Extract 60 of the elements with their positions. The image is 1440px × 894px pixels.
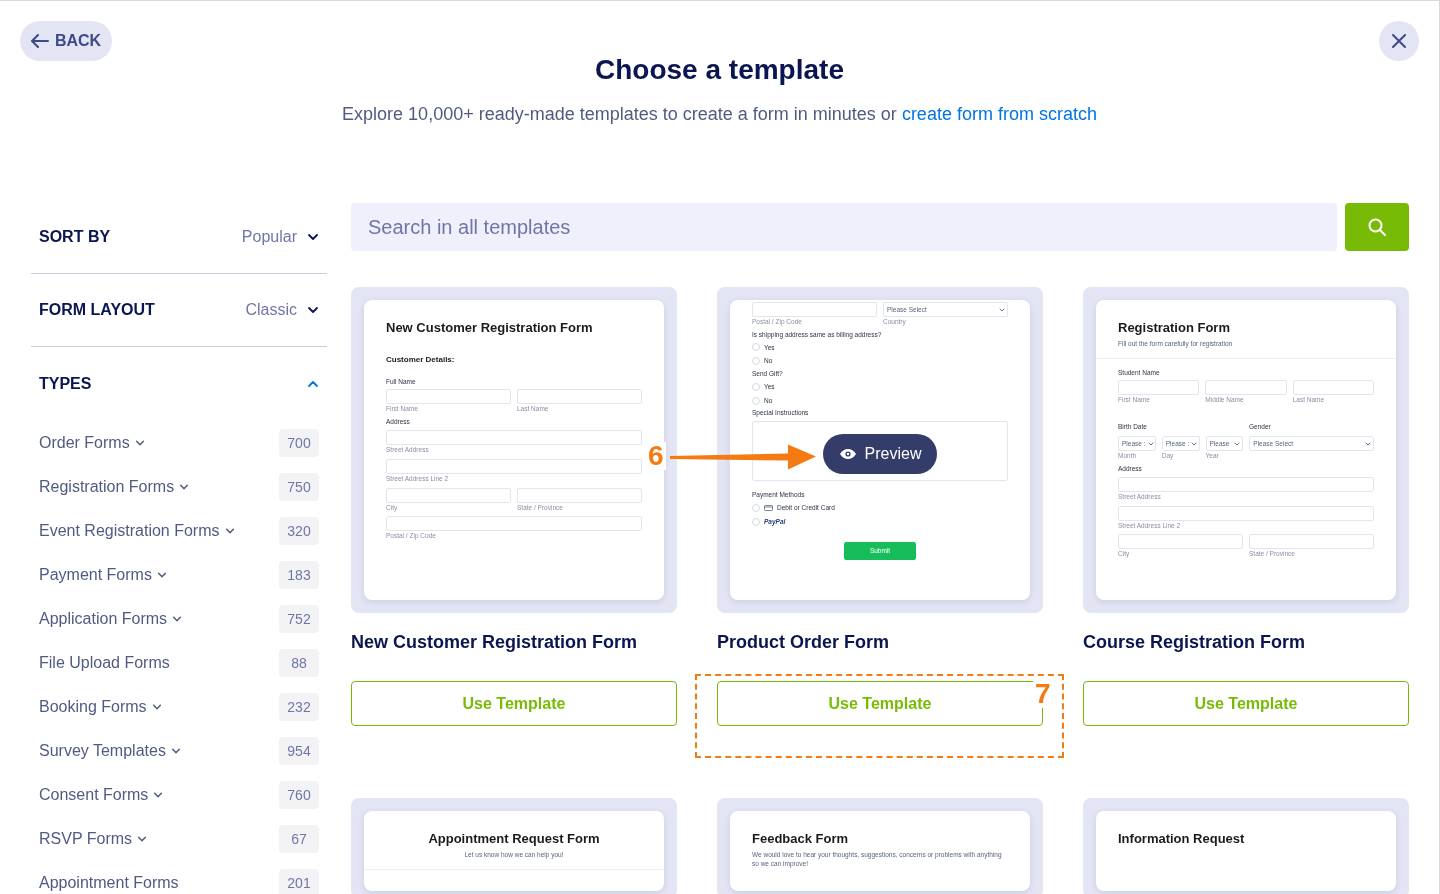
chevron-down-icon — [1191, 440, 1198, 447]
type-link[interactable]: Payment Forms — [39, 563, 152, 587]
type-link[interactable]: File Upload Forms — [39, 651, 170, 675]
search-button[interactable] — [1345, 203, 1409, 251]
chevron-down-icon — [307, 231, 319, 243]
sort-dropdown[interactable]: Popular — [241, 225, 297, 249]
type-link[interactable]: Registration Forms — [39, 475, 175, 499]
layout-dropdown[interactable]: Classic — [245, 298, 297, 322]
search-field[interactable]: Search in all templates — [351, 203, 1337, 251]
type-link[interactable]: Survey Templates — [39, 739, 166, 763]
form-title: Registration Form — [1118, 320, 1231, 336]
type-link[interactable]: Booking Forms — [39, 695, 147, 719]
form-title: Information Request — [1118, 831, 1246, 847]
sort-label: SORT BY — [39, 227, 111, 247]
form-title: Feedback Form — [752, 831, 850, 847]
subtitle-text: Explore 10,000+ ready-made templates to create a form in minutes or create form from scratch — [341, 102, 1098, 126]
count-badge: 700 — [279, 429, 319, 457]
create-link[interactable]: create form from scratch — [901, 103, 1097, 124]
type-link[interactable]: Order Forms — [39, 431, 130, 455]
template-name: New Customer Registration Form — [351, 631, 639, 654]
template-name: Product Order Form — [717, 631, 891, 654]
search-icon — [1368, 218, 1386, 236]
count-badge: 201 — [279, 869, 319, 894]
preview-button[interactable]: Preview — [823, 434, 937, 474]
template-preview[interactable]: Information Request — [1083, 798, 1409, 894]
template-preview[interactable] — [1083, 287, 1409, 613]
credit-card-icon — [764, 504, 773, 511]
type-link[interactable]: Appointment Forms — [39, 871, 179, 894]
form-title: Appointment Request Form — [427, 831, 601, 847]
annotation-number: 6 — [646, 442, 666, 470]
count-badge: 67 — [279, 825, 319, 853]
chevron-down-icon — [1365, 440, 1371, 447]
chevron-down-icon — [307, 304, 319, 316]
chevron-down-icon — [1147, 440, 1154, 447]
count-badge: 752 — [279, 605, 319, 633]
type-link[interactable]: RSVP Forms — [39, 827, 133, 851]
eye-icon — [838, 448, 857, 460]
type-link[interactable]: Application Forms — [39, 607, 168, 631]
count-badge: 750 — [279, 473, 319, 501]
page-title: Choose a template — [594, 53, 845, 87]
close-icon — [1392, 34, 1406, 48]
chevron-down-icon — [999, 306, 1005, 313]
type-link[interactable]: Consent Forms — [39, 783, 149, 807]
type-link[interactable]: Event Registration Forms — [39, 519, 220, 543]
count-badge: 320 — [279, 517, 319, 545]
count-badge: 183 — [279, 561, 319, 589]
annotation-number: 7 — [1033, 680, 1053, 708]
layout-label: FORM LAYOUT — [39, 300, 155, 320]
count-badge: 954 — [279, 737, 319, 765]
count-badge: 232 — [279, 693, 319, 721]
form-title: New Customer Registration Form — [386, 320, 594, 336]
types-heading: TYPES — [39, 374, 92, 394]
section-heading: Customer Details: — [386, 353, 456, 366]
chevron-down-icon — [1234, 440, 1241, 447]
close-button[interactable] — [1379, 21, 1419, 61]
arrow-left-icon — [30, 34, 49, 48]
count-badge: 760 — [279, 781, 319, 809]
template-name: Course Registration Form — [1083, 631, 1307, 654]
count-badge: 88 — [279, 649, 319, 677]
back-button[interactable]: BACK — [20, 21, 112, 61]
